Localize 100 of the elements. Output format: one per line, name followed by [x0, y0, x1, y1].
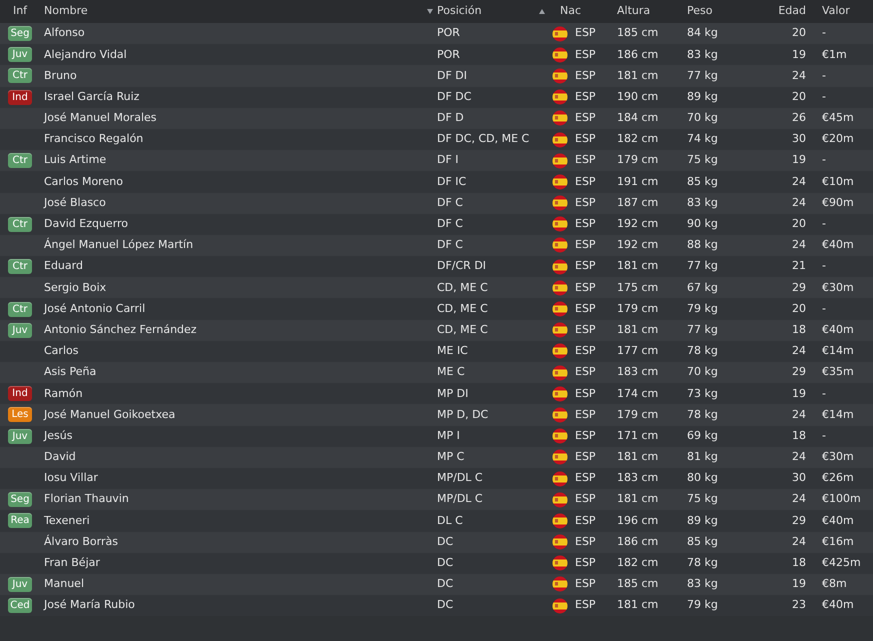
- player-name[interactable]: Alfonso: [44, 25, 85, 42]
- position-cell-text: DC: [437, 534, 454, 550]
- column-header[interactable]: Altura: [617, 3, 650, 20]
- player-name[interactable]: Eduard: [44, 258, 83, 275]
- flag-icon: [552, 343, 568, 360]
- table-row[interactable]: Ángel Manuel López Martín DF C ESP 192 cm 88 kg 24 €40m: [0, 234, 873, 256]
- table-row[interactable]: Ctr David Ezquerro DF C ESP 192 cm 90 kg 20 -: [0, 214, 873, 235]
- nation-cell-text: ESP: [575, 280, 596, 296]
- status-badge: Ctr: [8, 259, 32, 274]
- age-cell-text: 18: [792, 322, 806, 338]
- column-header[interactable]: Peso: [687, 3, 712, 20]
- table-row[interactable]: Juv Manuel DC ESP 185 cm 83 kg 19 €8m: [0, 574, 873, 596]
- height-cell-text: 190 cm: [617, 88, 658, 105]
- table-row[interactable]: Ind Israel García Ruiz DF DC ESP 190 cm 89 kg 20 -: [0, 86, 873, 108]
- player-name[interactable]: José María Rubio: [44, 597, 135, 614]
- position-cell-text: DL C: [437, 512, 463, 529]
- age-cell-text: 20: [792, 88, 806, 105]
- position-cell-text: CD, ME C: [437, 322, 488, 338]
- column-header[interactable]: Inf: [12, 3, 28, 20]
- status-badge: Juv: [8, 47, 32, 62]
- value-cell-text: €14m: [822, 406, 854, 423]
- player-name[interactable]: Texeneri: [44, 512, 90, 530]
- column-header[interactable]: Nombre: [44, 3, 88, 20]
- table-row[interactable]: Seg Florian Thauvin MP/DL C ESP 181 cm 75 kg 24 €100m: [0, 489, 873, 510]
- table-row[interactable]: José Blasco DF C ESP 187 cm 83 kg 24 €90m: [0, 192, 873, 214]
- table-row[interactable]: Ctr José Antonio Carril CD, ME C ESP 179 cm 79 kg 20 -: [0, 298, 873, 320]
- table-row[interactable]: Seg Alfonso POR ESP 185 cm 84 kg 20 -: [0, 23, 873, 44]
- table-row[interactable]: Ind Ramón MP DI ESP 174 cm 73 kg 19 -: [0, 383, 873, 404]
- table-row[interactable]: Asis Peña ME C ESP 183 cm 70 kg 29 €35m: [0, 362, 873, 384]
- weight-cell-text: 79 kg: [687, 300, 718, 317]
- player-name[interactable]: Luis Artime: [44, 152, 106, 169]
- player-name[interactable]: Fran Béjar: [44, 555, 100, 572]
- weight-cell-text: 81 kg: [687, 449, 718, 466]
- player-name[interactable]: Jesús: [44, 428, 72, 444]
- player-name[interactable]: Ángel Manuel López Martín: [44, 237, 194, 254]
- player-name[interactable]: Manuel: [44, 576, 84, 593]
- table-row[interactable]: Álvaro Borràs DC ESP 186 cm 85 kg 24 €16m: [0, 532, 873, 553]
- position-cell-text: CD, ME C: [437, 280, 488, 296]
- player-name[interactable]: Israel García Ruiz: [44, 88, 140, 106]
- player-name[interactable]: Francisco Regalón: [44, 131, 144, 148]
- player-name[interactable]: Alejandro Vidal: [44, 46, 127, 64]
- value-cell-text: €90m: [822, 194, 854, 211]
- flag-icon: [552, 174, 568, 190]
- weight-cell-text: 90 kg: [687, 216, 718, 232]
- weight-cell-text: 77 kg: [687, 258, 718, 274]
- player-name[interactable]: Ramón: [44, 386, 83, 402]
- player-name[interactable]: Antonio Sánchez Fernández: [44, 322, 197, 338]
- table-row[interactable]: Ctr Eduard DF/CR DI ESP 181 cm 77 kg 21 -: [0, 256, 873, 278]
- player-name[interactable]: Álvaro Borràs: [44, 534, 118, 550]
- position-cell-text: DF C: [437, 194, 463, 211]
- height-cell-text: 181 cm: [617, 491, 658, 508]
- height-cell-text: 184 cm: [617, 110, 658, 126]
- height-cell-text: 187 cm: [617, 194, 658, 211]
- table-row[interactable]: Fran Béjar DC ESP 182 cm 78 kg 18 €425m: [0, 552, 873, 574]
- player-name[interactable]: José Manuel Morales: [44, 110, 157, 127]
- table-row[interactable]: Rea Texeneri DL C ESP 196 cm 89 kg 29 €40m: [0, 510, 873, 532]
- flag-icon: [552, 301, 568, 318]
- table-row[interactable]: Les José Manuel Goikoetxea MP D, DC ESP 179 cm 78 kg 24 €14m: [0, 404, 873, 426]
- position-cell-text: DF D: [437, 110, 464, 126]
- table-row[interactable]: Juv Antonio Sánchez Fernández CD, ME C ESP 181 cm 77 kg 18 €40m: [0, 320, 873, 341]
- table-row[interactable]: Carlos ME IC ESP 177 cm 78 kg 24 €14m: [0, 340, 873, 362]
- player-name[interactable]: Iosu Villar: [44, 470, 98, 487]
- player-name[interactable]: Bruno: [44, 68, 77, 84]
- player-name[interactable]: Florian Thauvin: [44, 491, 129, 508]
- player-name[interactable]: José Manuel Goikoetxea: [44, 406, 176, 424]
- table-row[interactable]: David MP C ESP 181 cm 81 kg 24 €30m: [0, 446, 873, 468]
- column-header[interactable]: Nac: [560, 3, 582, 20]
- column-header[interactable]: Posición: [437, 3, 482, 20]
- nation-cell-text: ESP: [575, 258, 596, 274]
- player-name[interactable]: José Blasco: [44, 194, 106, 212]
- table-row[interactable]: Juv Jesús MP I ESP 171 cm 69 kg 18 -: [0, 426, 873, 447]
- table-row[interactable]: Carlos Moreno DF IC ESP 191 cm 85 kg 24 €10m: [0, 171, 873, 192]
- table-row[interactable]: Ctr Bruno DF DI ESP 181 cm 77 kg 24 -: [0, 65, 873, 87]
- nation-cell-text: ESP: [575, 88, 596, 105]
- flag-icon: [552, 110, 568, 126]
- status-badge: Les: [8, 407, 32, 422]
- player-name[interactable]: Carlos: [44, 343, 78, 360]
- table-row[interactable]: Sergio Boix CD, ME C ESP 175 cm 67 kg 29 €30m: [0, 277, 873, 298]
- value-cell-text: €100m: [822, 491, 861, 508]
- table-row[interactable]: Ced José María Rubio DC ESP 181 cm 79 kg 23 €40m: [0, 595, 873, 616]
- table-row[interactable]: Ctr Luis Artime DF I ESP 179 cm 75 kg 19 -: [0, 150, 873, 172]
- player-name[interactable]: Sergio Boix: [44, 280, 106, 296]
- height-cell-text: 177 cm: [617, 343, 658, 360]
- height-cell-text: 179 cm: [617, 406, 658, 423]
- table-row[interactable]: José Manuel Morales DF D ESP 184 cm 70 kg 26 €45m: [0, 108, 873, 129]
- column-header[interactable]: Valor: [822, 3, 850, 20]
- table-row[interactable]: Juv Alejandro Vidal POR ESP 186 cm 83 kg 19 €1m: [0, 44, 873, 66]
- value-cell-text: -: [822, 300, 826, 317]
- player-name[interactable]: Carlos Moreno: [44, 174, 123, 190]
- flag-icon: [552, 386, 568, 402]
- column-header[interactable]: Edad: [778, 3, 806, 20]
- position-cell-text: CD, ME C: [437, 300, 488, 317]
- position-cell-text: MP DI: [437, 386, 468, 402]
- player-name[interactable]: José Antonio Carril: [44, 300, 146, 318]
- weight-cell-text: 73 kg: [687, 386, 718, 402]
- table-row[interactable]: Iosu Villar MP/DL C ESP 183 cm 80 kg 30 €26m: [0, 468, 873, 490]
- player-name[interactable]: David Ezquerro: [44, 216, 128, 233]
- player-name[interactable]: David: [44, 449, 76, 466]
- player-name[interactable]: Asis Peña: [44, 364, 96, 381]
- table-row[interactable]: Francisco Regalón DF DC, CD, ME C ESP 182 cm 74 kg 30 €20m: [0, 128, 873, 150]
